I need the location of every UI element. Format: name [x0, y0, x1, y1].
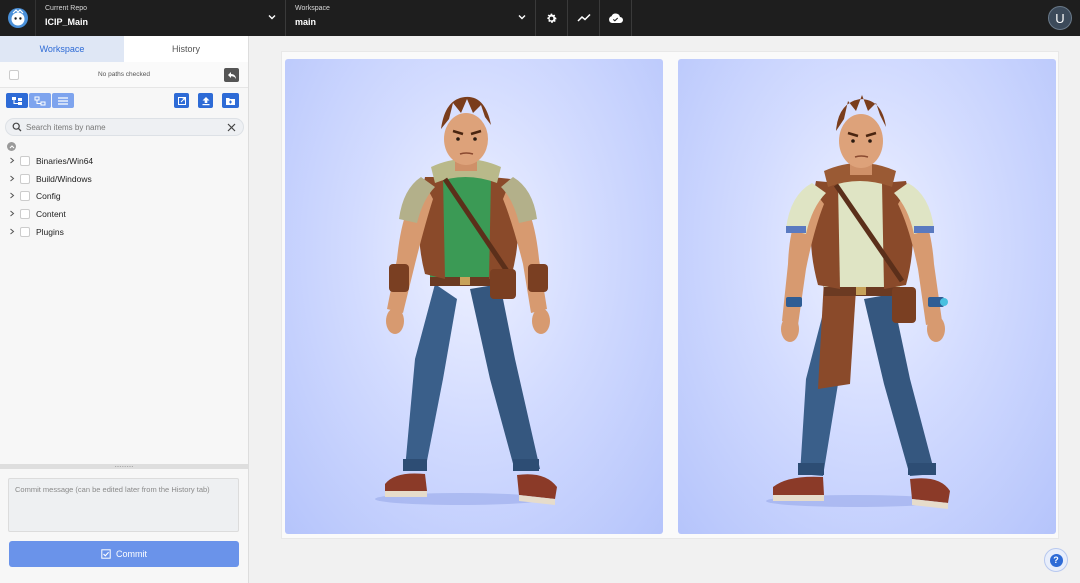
panel-tabs: Workspace History	[0, 36, 248, 62]
character-image-cream-shirt[interactable]	[678, 59, 1056, 534]
app-logo-icon[interactable]	[0, 0, 36, 36]
settings-button[interactable]	[536, 0, 568, 36]
checkbox-icon	[101, 549, 111, 559]
commit-message-field[interactable]	[8, 478, 239, 532]
undo-icon	[227, 71, 236, 79]
repo-selector[interactable]: Current Repo ICIP_Main	[36, 0, 286, 36]
grip-icon	[115, 466, 133, 467]
chevron-right-icon[interactable]	[9, 175, 15, 182]
resize-handle[interactable]	[0, 464, 248, 469]
tree-item-label: Content	[36, 209, 66, 220]
list-view-button[interactable]	[52, 93, 74, 108]
tree-view-button[interactable]	[6, 93, 28, 108]
user-avatar[interactable]: U	[1048, 6, 1072, 30]
tree-item-label: Plugins	[36, 226, 64, 237]
check-all-row: No paths checked	[0, 62, 248, 88]
new-folder-button[interactable]	[222, 93, 239, 108]
tree-item-checkbox[interactable]	[20, 191, 30, 202]
chevron-right-icon[interactable]	[9, 192, 15, 199]
grouped-view-button[interactable]	[29, 93, 51, 108]
cloud-check-icon	[609, 13, 623, 23]
tree-item-checkbox[interactable]	[20, 209, 30, 220]
tree-item[interactable]: Config	[0, 187, 249, 205]
tree-view-icon	[12, 96, 22, 105]
workspace-caption: Workspace	[295, 5, 330, 12]
tab-workspace[interactable]: Workspace	[0, 36, 124, 62]
open-external-button[interactable]	[174, 93, 189, 108]
file-tree: Binaries/Win64 Build/Windows Config Cont…	[0, 152, 249, 240]
list-icon	[58, 96, 68, 105]
collapse-all-button[interactable]	[7, 142, 16, 151]
tree-item[interactable]: Build/Windows	[0, 170, 249, 188]
gear-icon	[547, 13, 557, 23]
chevron-right-icon[interactable]	[9, 157, 15, 164]
external-link-icon	[177, 96, 186, 105]
sync-button[interactable]	[600, 0, 632, 36]
tree-item[interactable]: Binaries/Win64	[0, 152, 249, 170]
top-bar: Current Repo ICIP_Main Workspace main U	[0, 0, 1080, 36]
commit-button-label: Commit	[116, 549, 147, 559]
activity-button[interactable]	[568, 0, 600, 36]
tab-history[interactable]: History	[124, 36, 248, 62]
tree-item[interactable]: Content	[0, 205, 249, 223]
chevron-down-icon	[268, 15, 276, 20]
chevron-up-icon	[9, 144, 14, 148]
tree-item-checkbox[interactable]	[20, 156, 30, 166]
chevron-right-icon[interactable]	[9, 210, 15, 217]
tree-item-label: Config	[36, 191, 61, 202]
upload-button[interactable]	[198, 93, 213, 108]
repo-caption: Current Repo	[45, 5, 88, 12]
left-panel: Workspace History No paths checked Searc…	[0, 36, 249, 583]
search-icon	[12, 122, 22, 132]
search-input[interactable]	[26, 122, 216, 132]
check-all-checkbox[interactable]	[9, 70, 19, 80]
repo-name: ICIP_Main	[45, 17, 89, 27]
question-icon: ?	[1049, 553, 1063, 567]
tree-item-checkbox[interactable]	[20, 173, 30, 184]
tree-item-label: Binaries/Win64	[36, 156, 94, 166]
trend-line-icon	[576, 13, 591, 22]
chevron-down-icon	[518, 15, 526, 20]
tree-item-label: Build/Windows	[36, 173, 92, 184]
commit-button[interactable]: Commit	[9, 541, 239, 567]
search-bar	[5, 118, 244, 136]
character-image-green-shirt[interactable]	[285, 59, 663, 534]
workspace-selector[interactable]: Workspace main	[286, 0, 536, 36]
chevron-right-icon[interactable]	[9, 228, 15, 235]
hierarchy-icon	[34, 96, 46, 105]
upload-icon	[202, 96, 209, 105]
close-icon[interactable]	[227, 123, 236, 132]
image-comparison-canvas	[281, 51, 1059, 539]
tree-item-checkbox[interactable]	[20, 226, 30, 237]
main-content: ?	[249, 36, 1080, 583]
undo-button[interactable]	[224, 68, 239, 82]
help-button[interactable]: ?	[1044, 548, 1068, 572]
workspace-name: main	[295, 17, 317, 27]
tree-item[interactable]: Plugins	[0, 223, 249, 241]
paths-status: No paths checked	[97, 71, 151, 78]
folder-plus-icon	[226, 97, 235, 105]
